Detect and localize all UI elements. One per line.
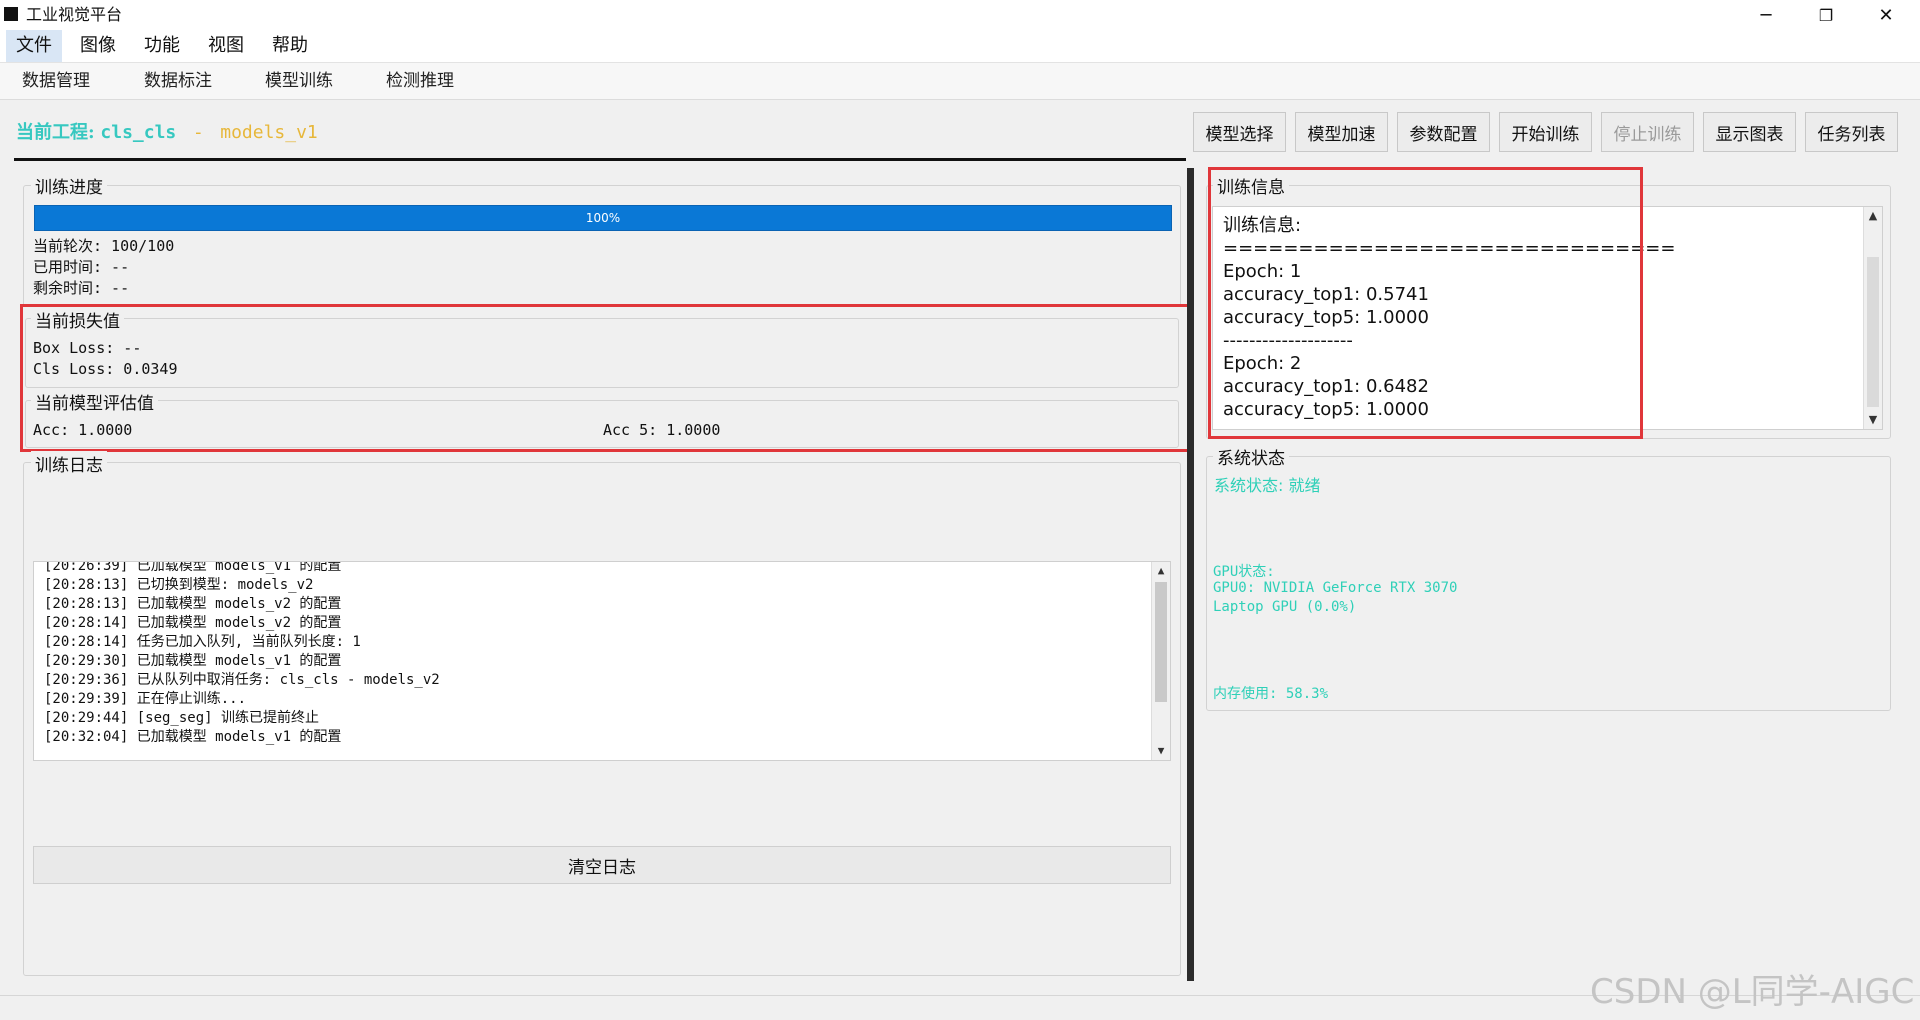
highlight-box-loss-eval [20, 304, 1193, 452]
training-progress-title: 训练进度 [31, 173, 107, 198]
menu-image[interactable]: 图像 [70, 30, 126, 62]
elapsed-time: 已用时间: -- [33, 258, 130, 276]
model-select-button[interactable]: 模型选择 [1193, 112, 1286, 152]
log-line: [20:28:14] 任务已加入队列, 当前队列长度: 1 [44, 634, 361, 650]
clear-log-button[interactable]: 清空日志 [33, 846, 1171, 884]
tab-data-management[interactable]: 数据管理 [22, 63, 90, 99]
menu-help[interactable]: 帮助 [262, 30, 318, 62]
scroll-up-icon[interactable]: ▲ [1864, 209, 1882, 222]
progress-percent: 100% [585, 211, 621, 225]
training-progress-group [23, 185, 1181, 307]
scroll-down-icon[interactable]: ▼ [1152, 744, 1170, 757]
param-config-button[interactable]: 参数配置 [1397, 112, 1490, 152]
training-log-text[interactable]: [20:26:39] 已加载模型 models_v1 的配置 [20:28:13… [33, 561, 1171, 761]
highlight-box-training-info [1208, 167, 1643, 439]
model-accelerate-button[interactable]: 模型加速 [1295, 112, 1388, 152]
function-tab-bar: 数据管理 数据标注 模型训练 检测推理 [0, 63, 1920, 100]
project-separator: - [181, 122, 215, 143]
log-line: [20:28:13] 已加载模型 models_v2 的配置 [44, 596, 342, 612]
app-icon [4, 7, 18, 21]
current-project: 当前工程: cls_cls - models_v1 [16, 118, 318, 144]
gpu-name-line1: GPU0: NVIDIA GeForce RTX 3070 [1213, 580, 1458, 596]
gpu-status-label: GPU状态: [1213, 564, 1275, 580]
window-title: 工业视觉平台 [26, 5, 123, 24]
menu-file[interactable]: 文件 [6, 30, 62, 62]
minimize-button[interactable]: ─ [1736, 0, 1796, 30]
log-line: [20:29:36] 已从队列中取消任务: cls_cls - models_v… [44, 672, 440, 688]
close-button[interactable]: ✕ [1856, 0, 1916, 30]
tab-data-annotation[interactable]: 数据标注 [144, 63, 212, 99]
system-status-value: 系统状态: 就绪 [1214, 476, 1321, 495]
system-status-title: 系统状态 [1213, 444, 1289, 469]
project-name: cls_cls [100, 122, 177, 143]
scroll-down-icon[interactable]: ▼ [1864, 413, 1882, 426]
training-progress-bar: 100% [34, 205, 1172, 231]
log-line: [20:26:39] 已加载模型 models_v1 的配置 [44, 561, 342, 574]
show-chart-button[interactable]: 显示图表 [1703, 112, 1796, 152]
watermark: CSDN @L同学-AIGC [1590, 972, 1915, 1012]
project-model: models_v1 [220, 122, 318, 143]
project-label: 当前工程: [16, 122, 95, 143]
restore-button[interactable]: ❐ [1796, 0, 1856, 30]
start-training-button[interactable]: 开始训练 [1499, 112, 1592, 152]
panel-splitter[interactable] [1187, 168, 1194, 981]
scroll-up-icon[interactable]: ▲ [1152, 564, 1170, 577]
training-info-scroll-thumb[interactable] [1867, 257, 1879, 407]
remaining-time: 剩余时间: -- [33, 279, 130, 297]
header-divider [14, 158, 1186, 161]
log-scroll-thumb[interactable] [1155, 582, 1167, 702]
task-list-button[interactable]: 任务列表 [1805, 112, 1898, 152]
training-info-scrollbar[interactable]: ▲ ▼ [1863, 207, 1882, 429]
stop-training-button[interactable]: 停止训练 [1601, 112, 1694, 152]
tab-detection-inference[interactable]: 检测推理 [386, 63, 454, 99]
menu-view[interactable]: 视图 [198, 30, 254, 62]
current-epoch: 当前轮次: 100/100 [33, 237, 175, 255]
training-log-title: 训练日志 [31, 451, 107, 476]
memory-usage: 内存使用: 58.3% [1213, 686, 1329, 702]
log-line: [20:29:39] 正在停止训练... [44, 691, 247, 707]
menu-bar: 文件 图像 功能 视图 帮助 [0, 30, 1920, 63]
log-line: [20:29:44] [seg_seg] 训练已提前终止 [44, 710, 320, 726]
tab-model-training[interactable]: 模型训练 [265, 63, 333, 99]
log-line: [20:28:13] 已切换到模型: models_v2 [44, 577, 314, 593]
log-line: [20:32:04] 已加载模型 models_v1 的配置 [44, 729, 342, 745]
log-line: [20:28:14] 已加载模型 models_v2 的配置 [44, 615, 342, 631]
menu-function[interactable]: 功能 [134, 30, 190, 62]
log-line: [20:29:30] 已加载模型 models_v1 的配置 [44, 653, 342, 669]
log-scrollbar[interactable]: ▲ ▼ [1151, 562, 1170, 760]
gpu-name-line2: Laptop GPU (0.0%) [1213, 599, 1357, 615]
title-bar: 工业视觉平台 ─ ❐ ✕ [0, 0, 1920, 30]
